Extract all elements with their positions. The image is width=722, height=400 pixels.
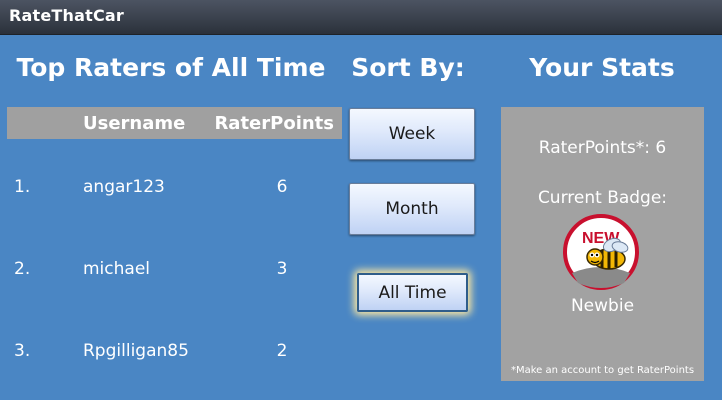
row-points: 3 <box>276 259 288 279</box>
sort-week-button[interactable]: Week <box>349 108 475 160</box>
account-footnote: *Make an account to get RaterPoints <box>510 365 695 376</box>
sort-month-button[interactable]: Month <box>349 183 475 235</box>
badge-name: Newbie <box>570 296 635 316</box>
stats-heading: Your Stats <box>529 53 675 82</box>
title-bar: RateThatCar <box>0 0 722 35</box>
row-username: Rpgilligan85 <box>83 341 189 361</box>
stats-panel: RaterPoints*: 6 Current Badge: NEW Newbi… <box>501 107 704 381</box>
table-row: 3. Rpgilligan85 2 <box>7 341 342 371</box>
row-rank: 3. <box>14 341 31 361</box>
table-row: 1. angar123 6 <box>7 177 342 207</box>
sort-all-time-button[interactable]: All Time <box>357 273 468 312</box>
row-username: angar123 <box>83 177 165 197</box>
points-column-header: RaterPoints <box>214 113 334 134</box>
new-bee-badge-icon: NEW <box>563 214 639 290</box>
app-title: RateThatCar <box>9 6 124 25</box>
row-points: 6 <box>276 177 288 197</box>
rater-points-stat: RaterPoints*: 6 <box>538 138 667 158</box>
row-username: michael <box>83 259 151 279</box>
leaderboard-header: Username RaterPoints <box>7 107 342 139</box>
leaderboard-heading: Top Raters of All Time <box>16 53 326 82</box>
row-points: 2 <box>276 341 288 361</box>
username-column-header: Username <box>83 113 186 134</box>
row-rank: 1. <box>14 177 31 197</box>
row-rank: 2. <box>14 259 31 279</box>
current-badge-label: Current Badge: <box>537 188 668 208</box>
sort-heading: Sort By: <box>351 53 465 82</box>
table-row: 2. michael 3 <box>7 259 342 289</box>
